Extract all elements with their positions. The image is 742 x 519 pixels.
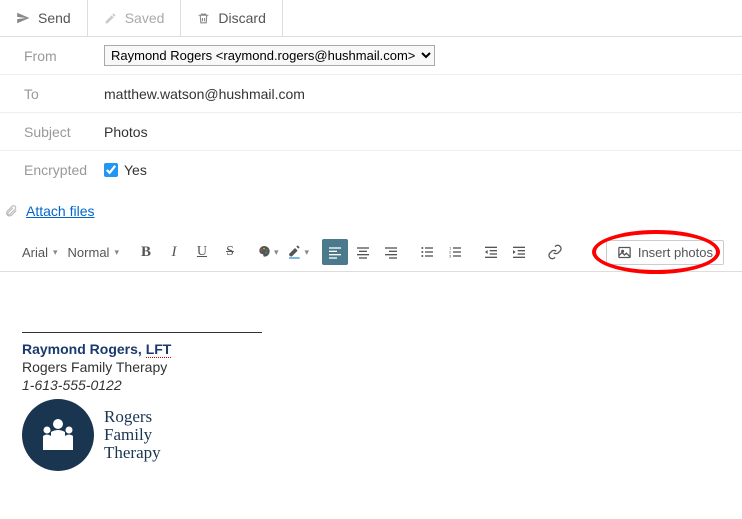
insert-photos-label: Insert photos	[638, 245, 713, 260]
paper-plane-icon	[16, 11, 30, 25]
pencil-icon	[104, 12, 117, 25]
highlight-color-button[interactable]: ▾	[284, 239, 313, 265]
font-dropdown[interactable]: Arial▾	[18, 245, 62, 260]
subject-value[interactable]: Photos	[104, 124, 742, 140]
text-color-button[interactable]: ▾	[253, 239, 282, 265]
align-left-button[interactable]	[322, 239, 348, 265]
signature-logo: Rogers Family Therapy	[22, 399, 720, 471]
subject-row: Subject Photos	[0, 113, 742, 151]
editor-toolbar: Arial▾ Normal▾ B I U S ▾ ▾ 123	[0, 233, 742, 272]
top-action-bar: Send Saved Discard	[0, 0, 742, 37]
editor-body[interactable]: Raymond Rogers, LFT Rogers Family Therap…	[0, 272, 742, 501]
chevron-down-icon: ▾	[274, 247, 279, 258]
discard-button[interactable]: Discard	[181, 0, 282, 36]
encrypted-row: Encrypted Yes	[0, 151, 742, 189]
signature-name: Raymond Rogers, LFT	[22, 341, 720, 357]
bullet-list-button[interactable]	[414, 239, 440, 265]
size-dropdown[interactable]: Normal▾	[64, 245, 123, 260]
image-icon	[617, 245, 632, 260]
logo-text: Rogers Family Therapy	[104, 408, 161, 462]
saved-button[interactable]: Saved	[88, 0, 182, 36]
signature-company: Rogers Family Therapy	[22, 359, 720, 375]
strikethrough-button[interactable]: S	[217, 239, 243, 265]
signature-phone: 1-613-555-0122	[22, 377, 720, 393]
subject-label: Subject	[24, 124, 104, 140]
indent-button[interactable]	[506, 239, 532, 265]
to-label: To	[24, 86, 104, 102]
link-button[interactable]	[542, 239, 568, 265]
align-right-button[interactable]	[378, 239, 404, 265]
underline-button[interactable]: U	[189, 239, 215, 265]
trash-icon	[197, 12, 210, 25]
from-label: From	[24, 48, 104, 64]
signature-divider	[22, 332, 262, 333]
attach-files-link[interactable]: Attach files	[26, 203, 94, 219]
from-row: From Raymond Rogers <raymond.rogers@hush…	[0, 37, 742, 75]
paperclip-icon	[4, 204, 18, 218]
encrypted-checkbox-wrap[interactable]: Yes	[104, 162, 742, 178]
numbered-list-button[interactable]: 123	[442, 239, 468, 265]
bold-button[interactable]: B	[133, 239, 159, 265]
encrypted-label: Encrypted	[24, 162, 104, 178]
discard-label: Discard	[218, 10, 265, 26]
from-select[interactable]: Raymond Rogers <raymond.rogers@hushmail.…	[104, 45, 435, 66]
send-label: Send	[38, 10, 71, 26]
outdent-button[interactable]	[478, 239, 504, 265]
italic-button[interactable]: I	[161, 239, 187, 265]
to-value[interactable]: matthew.watson@hushmail.com	[104, 86, 742, 102]
to-row: To matthew.watson@hushmail.com	[0, 75, 742, 113]
logo-circle-icon	[22, 399, 94, 471]
insert-photos-highlight: Insert photos	[606, 240, 724, 265]
chevron-down-icon: ▾	[53, 247, 58, 258]
attach-row: Attach files	[0, 189, 742, 233]
align-center-button[interactable]	[350, 239, 376, 265]
chevron-down-icon: ▾	[305, 247, 310, 258]
encrypted-yes: Yes	[124, 162, 147, 178]
insert-photos-button[interactable]: Insert photos	[606, 240, 724, 265]
send-button[interactable]: Send	[0, 0, 88, 36]
svg-text:3: 3	[449, 253, 452, 258]
saved-label: Saved	[125, 10, 165, 26]
encrypted-checkbox[interactable]	[104, 163, 118, 177]
chevron-down-icon: ▾	[114, 247, 119, 258]
